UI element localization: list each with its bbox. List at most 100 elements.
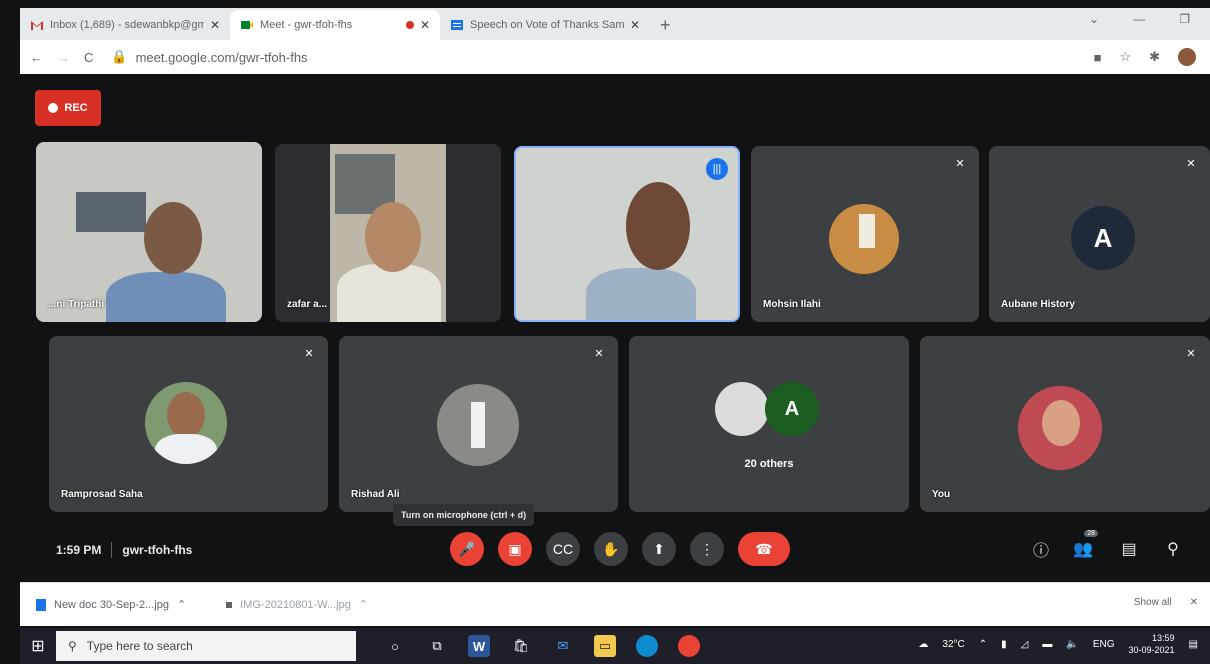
chrome-icon[interactable]: [678, 635, 700, 657]
show-all-link[interactable]: Show all: [1134, 597, 1172, 608]
battery-icon[interactable]: ▬: [1042, 639, 1052, 650]
volume-icon[interactable]: 🔈: [1066, 639, 1078, 650]
minimize-icon[interactable]: —: [1133, 12, 1145, 26]
participant-name: zafar a...: [287, 299, 328, 310]
participant-name: Rishad Ali: [351, 489, 400, 500]
participant-name: Mohsin Ilahi: [763, 299, 821, 310]
participant-video: [516, 148, 738, 320]
download-item[interactable]: IMG-20210801-W...jpg ⌃: [226, 598, 368, 611]
participant-name: Aubane History: [1001, 299, 1075, 310]
windows-taskbar: ⊞ ⚲ Type here to search ○ ⧉ W 🛍 ✉ ▭ ☁ 32…: [20, 628, 1210, 664]
edge-icon[interactable]: [636, 635, 658, 657]
microphone-toggle-button[interactable]: 🎤: [450, 532, 484, 566]
participant-tile-active-speaker[interactable]: |||: [514, 146, 740, 322]
usb-icon[interactable]: ▮: [1001, 639, 1007, 650]
people-icon[interactable]: 👥 28: [1072, 530, 1098, 560]
new-tab-button[interactable]: +: [650, 10, 681, 40]
present-button[interactable]: ⬆: [642, 532, 676, 566]
mail-icon[interactable]: ✉: [552, 635, 574, 657]
recording-badge: REC: [35, 90, 101, 126]
clock-date: 30-09-2021: [1128, 645, 1175, 655]
participant-tile-others[interactable]: A 20 others: [629, 336, 909, 512]
meeting-info-icon[interactable]: ⓘ: [1030, 538, 1052, 560]
word-icon[interactable]: W: [468, 635, 490, 657]
temperature[interactable]: 32°C: [942, 639, 964, 650]
participant-tile[interactable]: ✕ Ramprosad Saha: [49, 336, 328, 512]
mic-off-icon: ✕: [304, 347, 314, 360]
back-icon[interactable]: ←: [30, 50, 43, 65]
participant-tile[interactable]: zafar a...: [275, 144, 501, 322]
speaking-indicator-icon: |||: [706, 158, 728, 180]
cortana-icon[interactable]: ○: [384, 635, 406, 657]
search-placeholder: Type here to search: [86, 639, 193, 653]
captions-button[interactable]: CC: [546, 532, 580, 566]
download-filename: IMG-20210801-W...jpg: [240, 598, 351, 611]
extensions-icon[interactable]: ✱: [1149, 49, 1160, 65]
participant-name: ...ni Tripathi: [48, 299, 105, 310]
browser-tab-strip: Inbox (1,689) - sdewanbkp@gm ✕ Meet - gw…: [20, 8, 1210, 40]
recording-indicator-icon: [405, 21, 414, 29]
gmail-icon: [30, 19, 44, 31]
tab-speech[interactable]: Speech on Vote of Thanks Samp ✕: [440, 10, 650, 40]
weather-icon: ☁: [918, 638, 929, 650]
notifications-icon[interactable]: ▤: [1189, 639, 1198, 650]
address-bar[interactable]: 🔒 meet.google.com/gwr-tfoh-fhs: [111, 49, 307, 65]
windows-start-icon[interactable]: ⊞: [20, 628, 56, 664]
task-view-icon[interactable]: ⧉: [426, 635, 448, 657]
mic-off-icon: ✕: [594, 347, 604, 360]
close-icon[interactable]: ✕: [1190, 597, 1198, 608]
meeting-code: gwr-tfoh-fhs: [122, 543, 193, 557]
url-text: meet.google.com/gwr-tfoh-fhs: [135, 49, 308, 65]
divider: [111, 542, 113, 558]
chevron-up-icon[interactable]: ⌃: [359, 598, 368, 611]
tab-title: Meet - gwr-tfoh-fhs: [260, 19, 353, 31]
restore-icon[interactable]: ❐: [1179, 12, 1190, 26]
network-icon[interactable]: ◿: [1021, 639, 1029, 650]
participant-name: You: [932, 489, 951, 500]
lock-icon: 🔒: [111, 49, 128, 64]
tab-meet[interactable]: Meet - gwr-tfoh-fhs ✕: [230, 10, 440, 40]
taskbar-search-box[interactable]: ⚲ Type here to search: [56, 631, 356, 661]
participant-avatar: [145, 382, 227, 464]
more-options-button[interactable]: ⋮: [690, 532, 724, 566]
camera-toggle-button[interactable]: ▣: [498, 532, 532, 566]
leave-call-button[interactable]: ☎: [738, 532, 790, 566]
chevron-up-icon[interactable]: ⌃: [177, 598, 186, 611]
tab-close-icon[interactable]: ✕: [420, 18, 430, 32]
reload-icon[interactable]: C: [84, 50, 93, 65]
search-icon: ⚲: [68, 639, 77, 653]
meet-stage: REC ...ni Tripathi zafar a... ||| ✕ Mohs…: [20, 74, 1210, 576]
tab-close-icon[interactable]: ✕: [630, 18, 640, 32]
participant-tile[interactable]: ✕ Mohsin Ilahi: [751, 146, 979, 322]
participant-tile[interactable]: ...ni Tripathi: [36, 142, 262, 322]
taskbar-apps: ○ ⧉ W 🛍 ✉ ▭: [384, 635, 700, 657]
meet-control-bar: 1:59 PM gwr-tfoh-fhs 🎤 ▣ CC ✋ ⬆ ⋮ ☎ ⓘ 👥 2…: [20, 526, 1210, 572]
store-icon[interactable]: 🛍: [510, 635, 532, 657]
file-explorer-icon[interactable]: ▭: [594, 635, 616, 657]
bookmark-star-icon[interactable]: ☆: [1119, 49, 1131, 65]
camera-icon[interactable]: ■: [1094, 50, 1102, 65]
language-indicator[interactable]: ENG: [1093, 639, 1115, 650]
window-controls: ⌄ — ❐: [1089, 12, 1190, 26]
tab-gmail[interactable]: Inbox (1,689) - sdewanbkp@gm ✕: [20, 10, 230, 40]
participant-tile[interactable]: ✕ A Aubane History: [989, 146, 1210, 322]
participant-tile[interactable]: ✕ Rishad Ali: [339, 336, 618, 512]
download-filename: New doc 30-Sep-2...jpg: [54, 598, 169, 611]
tab-search-icon[interactable]: ⌄: [1089, 12, 1099, 26]
chat-icon[interactable]: ▤: [1118, 538, 1140, 560]
download-item[interactable]: New doc 30-Sep-2...jpg ⌃: [36, 598, 186, 611]
taskbar-clock[interactable]: 13:59 30-09-2021: [1129, 632, 1175, 656]
participant-avatar: [715, 382, 769, 436]
activities-icon[interactable]: ⚲: [1162, 538, 1184, 560]
image-file-icon: [36, 598, 46, 611]
profile-avatar[interactable]: [1178, 48, 1196, 66]
mic-off-icon: ✕: [955, 157, 965, 170]
tray-overflow-icon[interactable]: ⌃: [979, 639, 987, 650]
participant-tile-self[interactable]: ✕ You: [920, 336, 1210, 512]
meeting-details: 1:59 PM gwr-tfoh-fhs: [56, 542, 192, 558]
meeting-time: 1:59 PM: [56, 543, 102, 557]
participant-video: [275, 144, 501, 322]
forward-icon[interactable]: →: [57, 50, 70, 65]
tab-close-icon[interactable]: ✕: [210, 18, 220, 32]
raise-hand-button[interactable]: ✋: [594, 532, 628, 566]
